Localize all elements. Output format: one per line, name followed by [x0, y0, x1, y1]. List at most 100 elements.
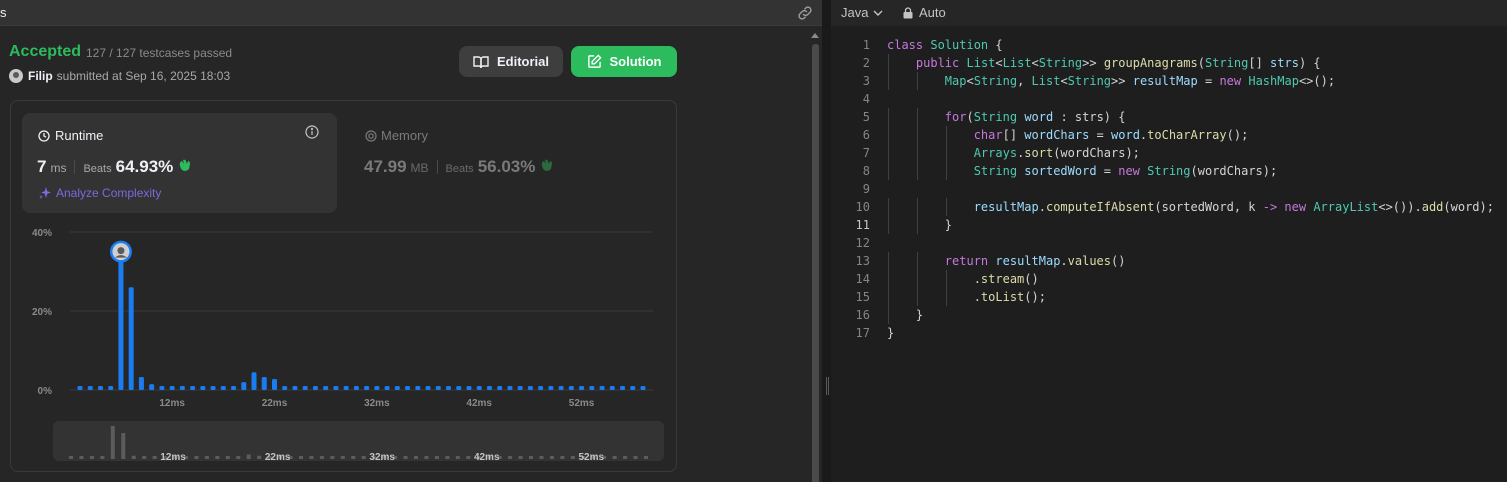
bar[interactable] — [241, 382, 247, 390]
code-token: toCharArray — [1147, 128, 1227, 142]
resize-grip[interactable] — [826, 377, 827, 395]
bar[interactable] — [435, 386, 441, 390]
bar[interactable] — [251, 372, 257, 390]
bar[interactable] — [292, 386, 298, 390]
code-line[interactable]: 17} — [831, 324, 1507, 342]
bar[interactable] — [353, 386, 359, 390]
bar[interactable] — [640, 386, 646, 390]
bar[interactable] — [108, 386, 114, 390]
bar[interactable] — [456, 386, 462, 390]
submitter-name[interactable]: Filip — [28, 69, 53, 83]
bar[interactable] — [149, 384, 155, 390]
bar[interactable] — [589, 386, 595, 390]
line-number: 5 — [862, 110, 870, 124]
bar[interactable] — [312, 386, 318, 390]
code-line[interactable]: 11 } — [831, 216, 1507, 234]
mini-bar — [330, 456, 335, 459]
bar[interactable] — [190, 386, 196, 390]
bar[interactable] — [517, 386, 523, 390]
bar[interactable] — [394, 386, 400, 390]
bar[interactable] — [200, 386, 206, 390]
memory-tab[interactable]: Memory — [365, 128, 428, 143]
code-line[interactable]: 6 char[] wordChars = word.toCharArray(); — [831, 126, 1507, 144]
code-line[interactable]: 1 class Solution { — [831, 36, 1507, 54]
code-line[interactable]: 8 String sortedWord = new String(wordCha… — [831, 162, 1507, 180]
bar[interactable] — [620, 386, 626, 390]
scroll-thumb[interactable] — [812, 44, 819, 482]
tab-label-fragment[interactable]: s — [0, 5, 7, 20]
runtime-range-slider[interactable]: 12ms 22ms 32ms 42ms 52ms — [53, 421, 664, 461]
bar[interactable] — [548, 386, 554, 390]
avatar[interactable] — [9, 69, 23, 83]
bar[interactable] — [384, 386, 390, 390]
code-token: public — [915, 56, 960, 70]
user-position-marker[interactable] — [109, 240, 132, 263]
bar[interactable] — [128, 287, 134, 390]
scroll-up-arrow-icon[interactable] — [811, 33, 819, 38]
bar[interactable] — [538, 386, 544, 390]
bar[interactable] — [476, 386, 482, 390]
bar[interactable] — [210, 386, 216, 390]
bar[interactable] — [271, 378, 277, 390]
bar[interactable] — [405, 386, 411, 390]
bar[interactable] — [527, 386, 533, 390]
solution-button[interactable]: Solution — [571, 46, 677, 77]
bar[interactable] — [231, 386, 237, 390]
bar[interactable] — [466, 386, 472, 390]
bar[interactable] — [87, 386, 93, 390]
code-line[interactable]: 13 return resultMap.values() — [831, 252, 1507, 270]
bar[interactable] — [159, 386, 165, 390]
resize-grip[interactable] — [828, 377, 829, 395]
code-line[interactable]: 9 — [831, 180, 1507, 198]
bar[interactable] — [558, 386, 564, 390]
vertical-scrollbar[interactable] — [810, 32, 820, 482]
bar[interactable] — [609, 386, 615, 390]
code-area[interactable]: 1 class Solution {2 public List<List<Stri… — [831, 36, 1507, 342]
bar[interactable] — [507, 386, 513, 390]
bar[interactable] — [415, 386, 421, 390]
code-line[interactable]: 5 for(String word : strs) { — [831, 108, 1507, 126]
info-icon[interactable] — [305, 125, 319, 139]
code-line[interactable]: 14 .stream() — [831, 270, 1507, 288]
bar[interactable] — [179, 386, 185, 390]
analyze-complexity-link[interactable]: Analyze Complexity — [38, 186, 161, 200]
panel-resize-handle[interactable] — [822, 0, 831, 482]
memory-title-text: Memory — [381, 128, 428, 143]
bar[interactable] — [374, 386, 380, 390]
bar[interactable] — [630, 386, 636, 390]
bar[interactable] — [282, 386, 288, 390]
bar[interactable] — [169, 386, 175, 390]
language-selector[interactable]: Java — [841, 5, 884, 20]
code-line[interactable]: 10 resultMap.computeIfAbsent(sortedWord,… — [831, 198, 1507, 216]
bar[interactable] — [261, 376, 267, 390]
bar[interactable] — [333, 386, 339, 390]
code-line[interactable]: 2 public List<List<String>> groupAnagram… — [831, 54, 1507, 72]
code-line[interactable]: 4 — [831, 90, 1507, 108]
bar[interactable] — [220, 386, 226, 390]
code-line[interactable]: 3 Map<String, List<String>> resultMap = … — [831, 72, 1507, 90]
bar[interactable] — [302, 386, 308, 390]
bar[interactable] — [97, 386, 103, 390]
code-line[interactable]: 7 Arrays.sort(wordChars); — [831, 144, 1507, 162]
bar[interactable] — [77, 386, 83, 390]
editorial-button[interactable]: Editorial — [459, 46, 563, 77]
bar[interactable] — [425, 386, 431, 390]
bar[interactable] — [497, 386, 503, 390]
bar[interactable] — [323, 386, 329, 390]
code-line[interactable]: 12 — [831, 234, 1507, 252]
bar[interactable] — [486, 386, 492, 390]
bar[interactable] — [343, 386, 349, 390]
code-line[interactable]: 16 } — [831, 306, 1507, 324]
bar[interactable] — [568, 386, 574, 390]
bar[interactable] — [118, 259, 124, 390]
auto-mode-selector[interactable]: Auto — [903, 5, 946, 20]
code-token: } — [887, 218, 953, 232]
link-icon[interactable] — [796, 4, 814, 22]
bar[interactable] — [579, 386, 585, 390]
bar[interactable] — [138, 376, 144, 390]
bar[interactable] — [364, 386, 370, 390]
runtime-distribution-chart[interactable]: 40% 20% 0% 12ms 22ms 32ms 42ms 52ms — [22, 222, 662, 412]
bar[interactable] — [599, 386, 605, 390]
code-line[interactable]: 15 .toList(); — [831, 288, 1507, 306]
bar[interactable] — [446, 386, 452, 390]
